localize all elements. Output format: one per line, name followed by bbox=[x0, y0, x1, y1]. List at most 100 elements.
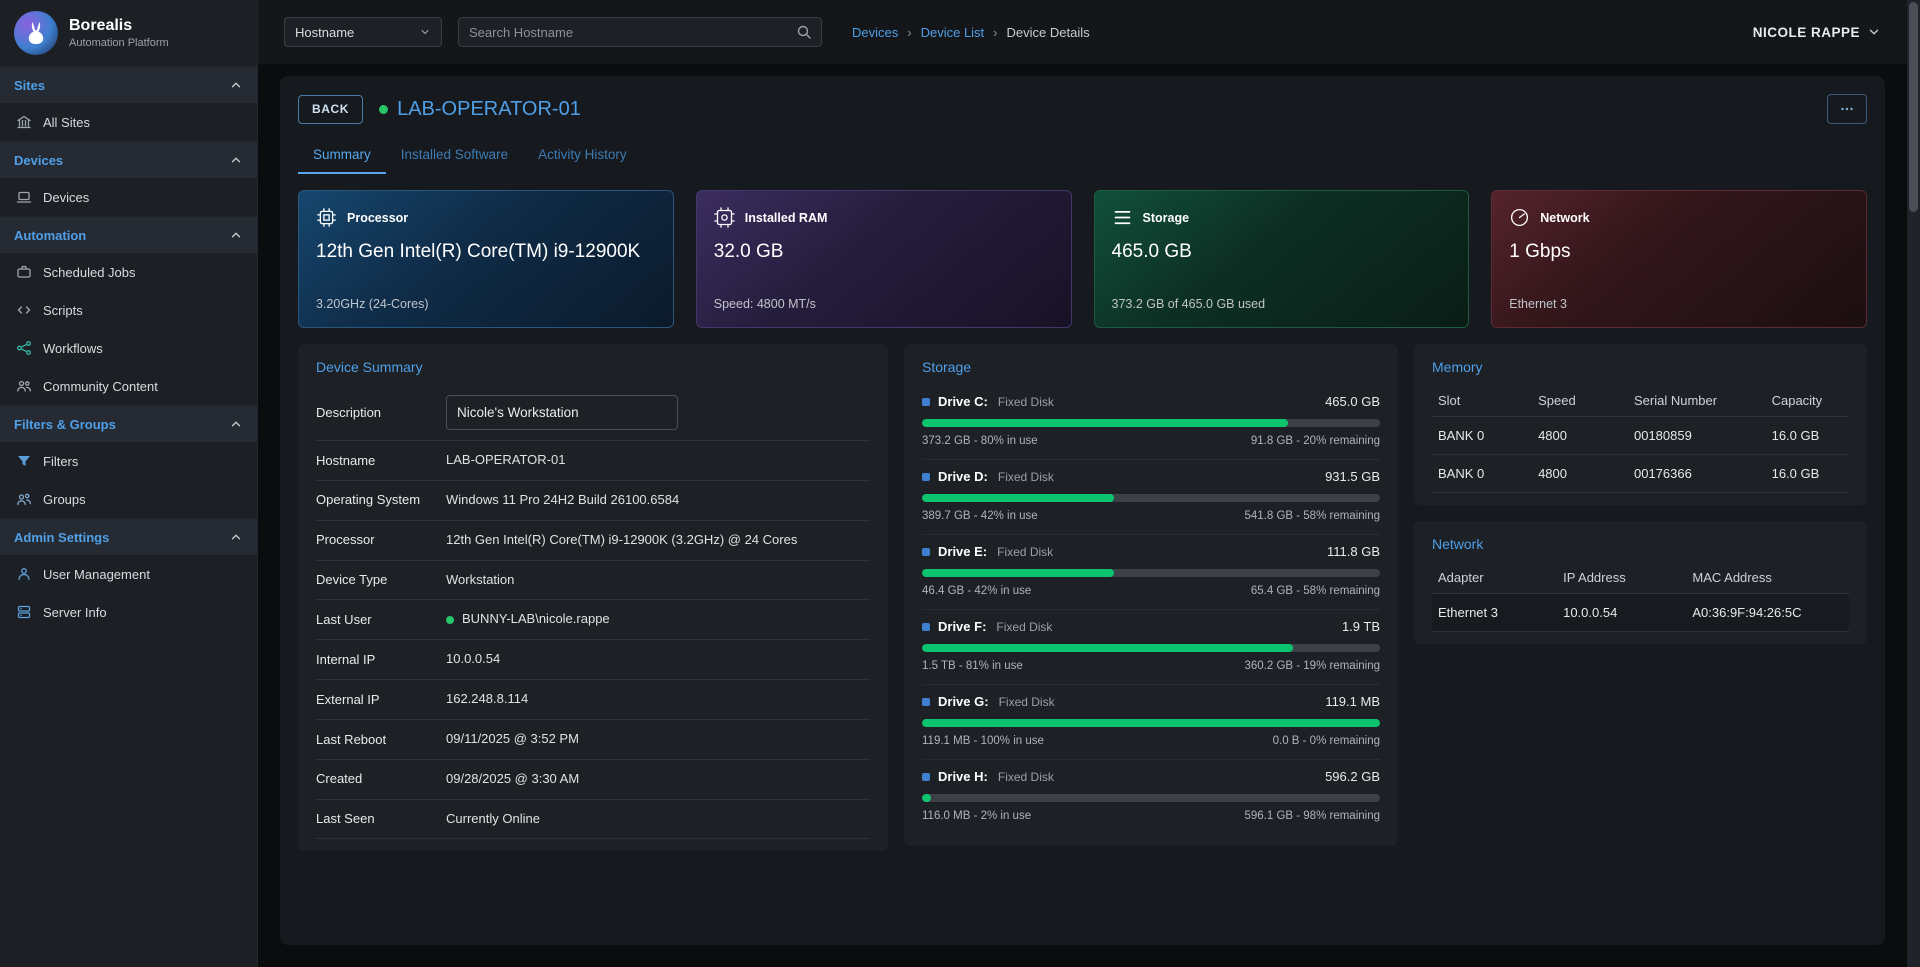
network-ip: 10.0.0.54 bbox=[1557, 594, 1686, 632]
summary-row-external-ip: External IP 162.248.8.114 bbox=[316, 680, 870, 720]
sidebar-item-groups[interactable]: Groups bbox=[0, 480, 257, 518]
sidebar-item-workflows[interactable]: Workflows bbox=[0, 329, 257, 367]
brand-text: Borealis Automation Platform bbox=[69, 17, 169, 49]
row-label: Processor bbox=[316, 531, 446, 549]
drive-icon bbox=[922, 773, 930, 781]
drive-usage-fill bbox=[922, 494, 1114, 502]
device-summary-panel: Device Summary Description Hostname LAB-… bbox=[298, 344, 888, 851]
drive-icon bbox=[922, 623, 930, 631]
content-area: BACK LAB-OPERATOR-01 Summary Installed S… bbox=[258, 64, 1907, 967]
search-icon[interactable] bbox=[796, 24, 812, 40]
card-value: 465.0 GB bbox=[1112, 241, 1452, 263]
tab-activity-history[interactable]: Activity History bbox=[523, 138, 642, 174]
sidebar-section-sites[interactable]: Sites bbox=[0, 66, 257, 103]
back-button[interactable]: BACK bbox=[298, 95, 363, 124]
sidebar-section-automation[interactable]: Automation bbox=[0, 216, 257, 253]
row-value: Currently Online bbox=[446, 810, 540, 829]
row-value: BUNNY-LAB\nicole.rappe bbox=[446, 610, 610, 629]
network-table: Adapter IP Address MAC Address Ethernet … bbox=[1432, 562, 1849, 632]
chevron-up-icon bbox=[229, 153, 243, 167]
section-label: Devices bbox=[14, 153, 63, 168]
column-header: Speed bbox=[1532, 385, 1628, 417]
summary-row-device-type: Device Type Workstation bbox=[316, 561, 870, 601]
sidebar-item-all-sites[interactable]: All Sites bbox=[0, 103, 257, 141]
drive-name: Drive C: bbox=[938, 394, 988, 409]
row-value: Workstation bbox=[446, 571, 514, 590]
drive-size: 119.1 MB bbox=[1325, 694, 1380, 709]
card-label: Processor bbox=[347, 211, 408, 225]
drive-icon bbox=[922, 473, 930, 481]
drive-used: 46.4 GB - 42% in use bbox=[922, 585, 1031, 597]
drive-free: 0.0 B - 0% remaining bbox=[1273, 735, 1380, 747]
drive-size: 1.9 TB bbox=[1342, 619, 1380, 634]
drive-used: 389.7 GB - 42% in use bbox=[922, 510, 1038, 522]
select-value: Hostname bbox=[295, 25, 354, 40]
sidebar-section-admin-settings[interactable]: Admin Settings bbox=[0, 518, 257, 555]
workflows-icon bbox=[16, 340, 32, 356]
sidebar-item-server-info[interactable]: Server Info bbox=[0, 593, 257, 631]
row-label: Last Reboot bbox=[316, 731, 446, 749]
nav-item-label: User Management bbox=[43, 567, 150, 582]
sidebar-item-user-management[interactable]: User Management bbox=[0, 555, 257, 593]
drive-size: 465.0 GB bbox=[1325, 394, 1380, 409]
chevron-up-icon bbox=[229, 530, 243, 544]
search-input[interactable] bbox=[458, 17, 822, 47]
tab-installed-software[interactable]: Installed Software bbox=[386, 138, 523, 174]
user-menu[interactable]: NICOLE RAPPE bbox=[1753, 25, 1881, 40]
rabbit-icon bbox=[22, 19, 50, 47]
panel-title: Storage bbox=[922, 359, 1380, 375]
server-info-icon bbox=[16, 604, 32, 620]
sidebar-item-scripts[interactable]: Scripts bbox=[0, 291, 257, 329]
chevron-up-icon bbox=[229, 417, 243, 431]
column-header: MAC Address bbox=[1686, 562, 1849, 594]
summary-row-last-reboot: Last Reboot 09/11/2025 @ 3:52 PM bbox=[316, 720, 870, 760]
page-scrollbar[interactable] bbox=[1907, 0, 1920, 967]
storage-panel: Storage Drive C: Fixed Disk 465.0 GB 373… bbox=[904, 344, 1398, 846]
user-name: NICOLE RAPPE bbox=[1753, 25, 1860, 40]
drive-usage-fill bbox=[922, 644, 1293, 652]
cpu-icon bbox=[316, 207, 337, 228]
breadcrumb-devices[interactable]: Devices bbox=[852, 25, 898, 40]
memory-capacity: 16.0 GB bbox=[1766, 455, 1849, 493]
breadcrumb-device-list[interactable]: Device List bbox=[921, 25, 985, 40]
search-box bbox=[458, 17, 822, 47]
drive-used: 373.2 GB - 80% in use bbox=[922, 435, 1038, 447]
borealis-logo bbox=[14, 11, 58, 55]
sidebar-item-scheduled-jobs[interactable]: Scheduled Jobs bbox=[0, 253, 257, 291]
description-input[interactable] bbox=[446, 395, 678, 430]
device-tabs: Summary Installed Software Activity Hist… bbox=[298, 138, 1867, 174]
card-label: Storage bbox=[1143, 211, 1190, 225]
sidebar-section-filters-groups[interactable]: Filters & Groups bbox=[0, 405, 257, 442]
tab-summary[interactable]: Summary bbox=[298, 138, 386, 174]
scrollbar-thumb[interactable] bbox=[1909, 2, 1918, 212]
row-value: 12th Gen Intel(R) Core(TM) i9-12900K (3.… bbox=[446, 531, 797, 550]
column-header: Capacity bbox=[1766, 385, 1849, 417]
drive-free: 596.1 GB - 98% remaining bbox=[1244, 810, 1380, 822]
filters-icon bbox=[16, 453, 32, 469]
column-header: Slot bbox=[1432, 385, 1532, 417]
memory-row: BANK 0 4800 00180859 16.0 GB bbox=[1432, 417, 1849, 455]
drive-name: Drive E: bbox=[938, 544, 987, 559]
sidebar-item-community-content[interactable]: Community Content bbox=[0, 367, 257, 405]
row-label: Description bbox=[316, 404, 446, 422]
row-value: 10.0.0.54 bbox=[446, 650, 500, 669]
device-details-panel: BACK LAB-OPERATOR-01 Summary Installed S… bbox=[280, 76, 1885, 945]
panel-title: Memory bbox=[1432, 359, 1849, 375]
section-label: Filters & Groups bbox=[14, 417, 116, 432]
sidebar-item-filters[interactable]: Filters bbox=[0, 442, 257, 480]
more-actions-button[interactable] bbox=[1827, 94, 1867, 124]
card-value: 1 Gbps bbox=[1509, 241, 1849, 263]
row-value: 09/28/2025 @ 3:30 AM bbox=[446, 770, 579, 789]
last-user-value: BUNNY-LAB\nicole.rappe bbox=[462, 610, 610, 629]
sidebar-section-devices[interactable]: Devices bbox=[0, 141, 257, 178]
column-header: Adapter bbox=[1432, 562, 1557, 594]
sites-icon bbox=[16, 114, 32, 130]
drive-icon bbox=[922, 398, 930, 406]
memory-header-row: Slot Speed Serial Number Capacity bbox=[1432, 385, 1849, 417]
row-label: External IP bbox=[316, 691, 446, 709]
memory-serial: 00180859 bbox=[1628, 417, 1766, 455]
sidebar-item-devices[interactable]: Devices bbox=[0, 178, 257, 216]
hostname-filter-select[interactable]: Hostname bbox=[284, 17, 442, 47]
row-label: Internal IP bbox=[316, 651, 446, 669]
summary-row-os: Operating System Windows 11 Pro 24H2 Bui… bbox=[316, 481, 870, 521]
